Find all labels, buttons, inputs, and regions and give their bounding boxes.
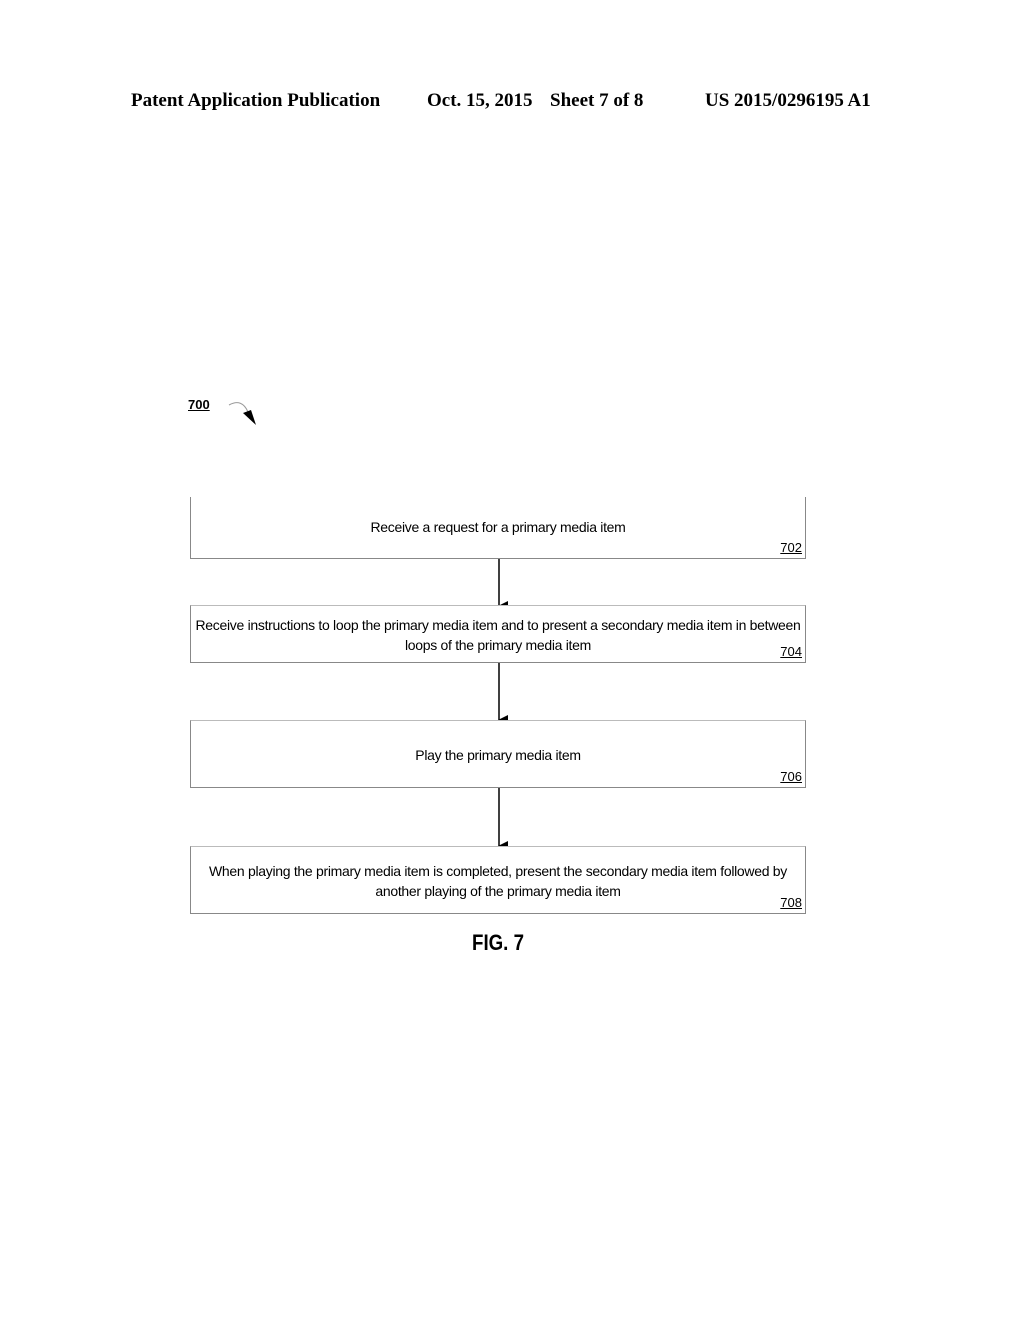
step-text-line1: When playing the primary media item is c… (209, 863, 787, 879)
figure-caption: FIG. 7 (472, 930, 524, 955)
step-number: 708 (780, 895, 802, 910)
reference-pointer-arrow-icon (228, 402, 256, 425)
step-number: 702 (780, 540, 802, 555)
step-box-704: Receive instructions to loop the primary… (190, 605, 806, 663)
step-box-702: Receive a request for a primary media it… (190, 497, 806, 559)
step-box-706: Play the primary media item 706 (190, 720, 806, 788)
step-text-line1: Receive instructions to loop the primary… (195, 617, 801, 633)
step-number: 706 (780, 769, 802, 784)
step-text-line2: loops of the primary media item (404, 637, 591, 653)
step-text: Receive a request for a primary media it… (370, 519, 626, 535)
step-text: Play the primary media item (415, 747, 581, 763)
step-text-line2: another playing of the primary media ite… (375, 883, 621, 899)
step-number: 704 (780, 644, 802, 659)
step-box-708: When playing the primary media item is c… (190, 846, 806, 914)
